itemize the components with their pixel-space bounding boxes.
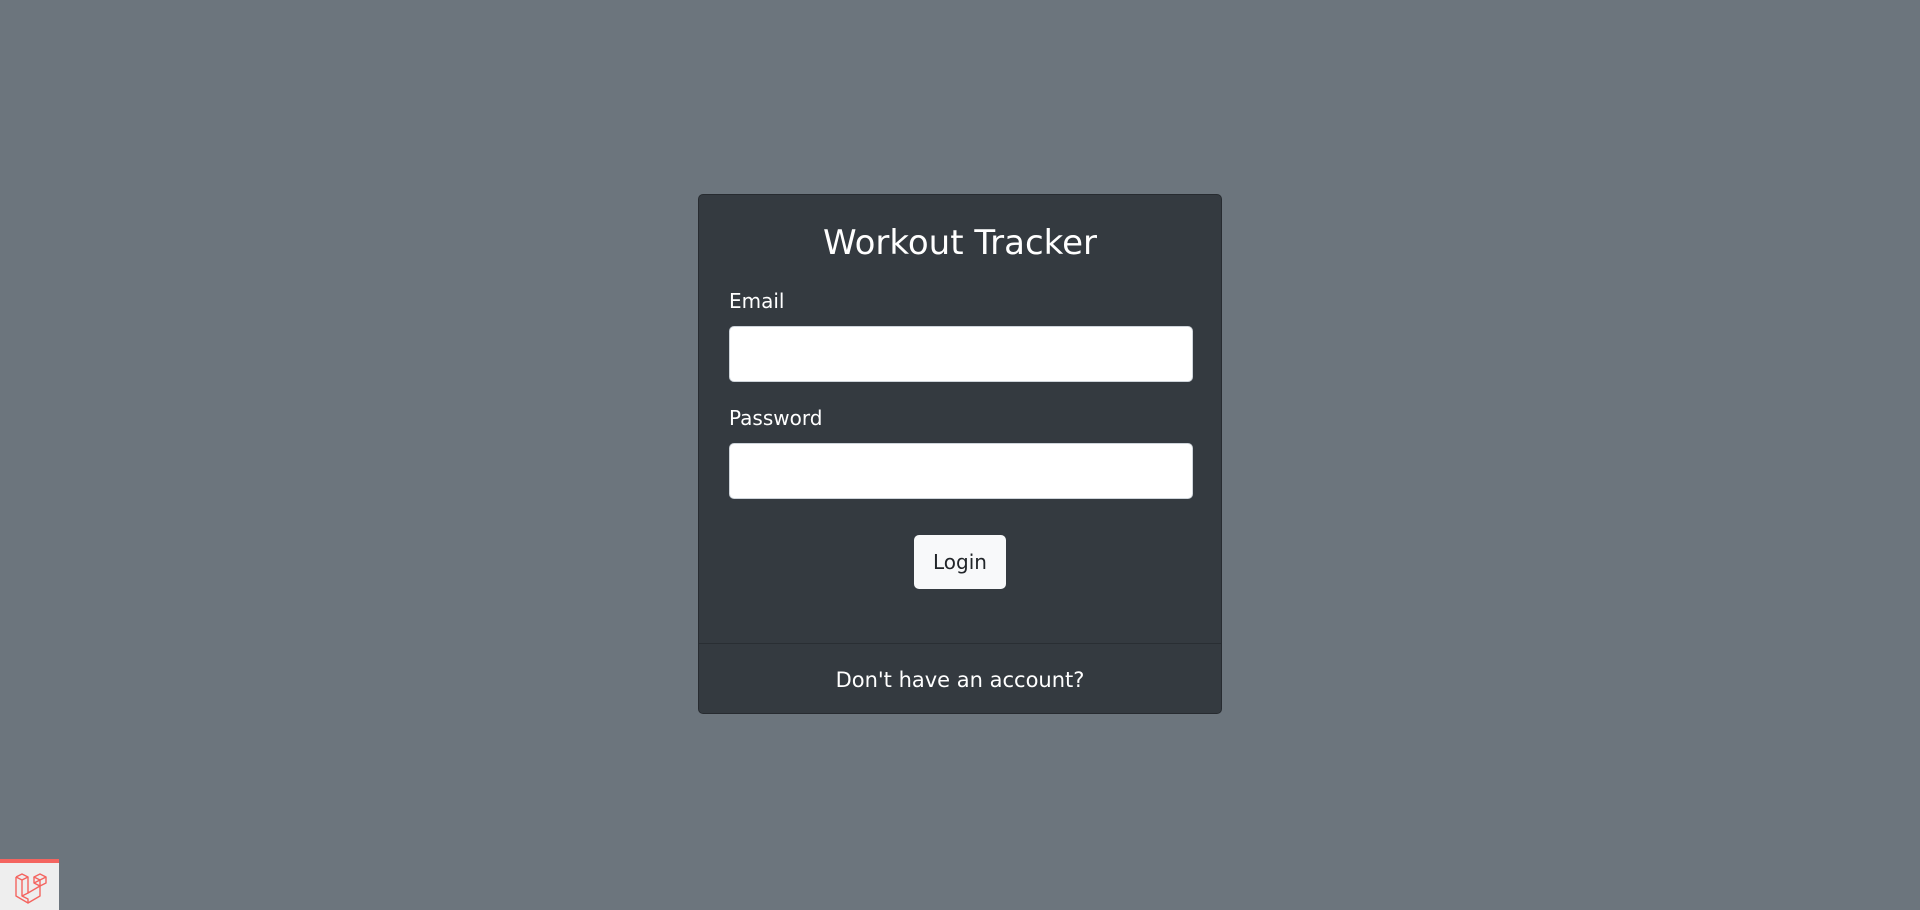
email-label: Email	[729, 289, 785, 313]
card-footer: Don't have an account?	[699, 643, 1221, 713]
login-button[interactable]: Login	[914, 535, 1006, 589]
page-title: Workout Tracker	[822, 223, 1098, 263]
password-input[interactable]	[729, 443, 1193, 499]
email-form-group: Email	[729, 289, 1193, 382]
login-button-row: Login	[729, 523, 1191, 589]
register-link[interactable]: Don't have an account?	[836, 668, 1085, 692]
login-card: Workout Tracker Email Password Login Don…	[698, 194, 1222, 714]
login-page: Workout Tracker Email Password Login Don…	[0, 0, 1920, 910]
laravel-logo-icon	[14, 872, 47, 904]
debugbar-toggle[interactable]	[0, 859, 59, 910]
password-form-group: Password	[729, 406, 1193, 499]
email-input[interactable]	[729, 326, 1193, 382]
password-label: Password	[729, 406, 823, 430]
login-card-body: Workout Tracker Email Password Login	[699, 195, 1221, 643]
